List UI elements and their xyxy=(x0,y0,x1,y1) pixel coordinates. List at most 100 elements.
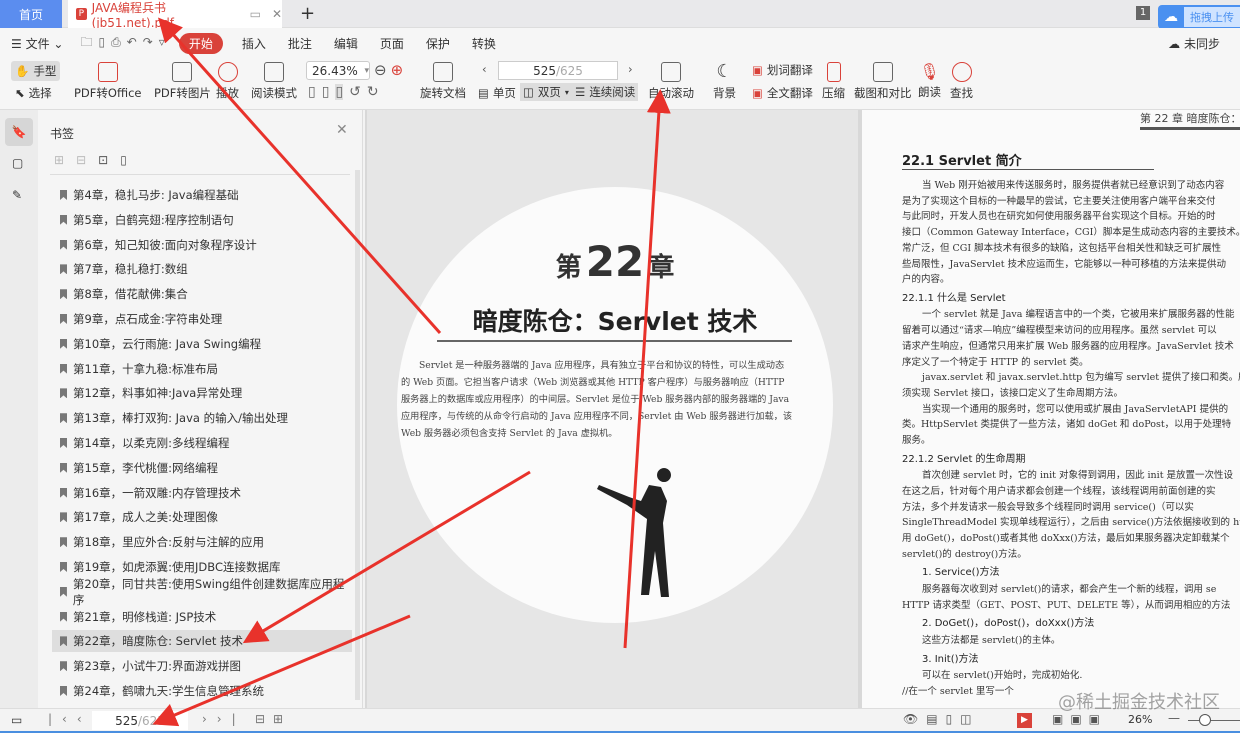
auto-scroll-button[interactable]: 自动滚动 xyxy=(648,62,694,101)
panel-toggle-icon[interactable]: ▭ xyxy=(11,713,22,727)
bookmark-label: 第4章，稳扎马步: Java编程基础 xyxy=(73,188,239,202)
bookmark-icon xyxy=(60,487,67,498)
first-prev-buttons[interactable]: |‹‹ xyxy=(48,712,92,726)
subheading: 22.1.1 什么是 Servlet xyxy=(902,292,1006,304)
bookmark-item[interactable]: 第8章，借花献佛:集合 xyxy=(52,283,352,305)
bookmark-label: 第11章，十拿九稳:标准布局 xyxy=(73,361,219,376)
prev-page-button[interactable]: ‹ xyxy=(482,62,487,76)
bookmark-item[interactable]: 第21章，明修栈道: JSP技术 xyxy=(52,606,352,628)
bookmark-item[interactable]: 第12章，料事如神:Java异常处理 xyxy=(52,382,352,404)
menu-edit[interactable]: 编辑 xyxy=(323,35,369,52)
cursor-icon: ⬉ xyxy=(15,86,25,100)
text-line: 可以在 servlet()开始时，完成初始化. xyxy=(922,670,1083,681)
close-panel-icon[interactable]: ✕ xyxy=(336,122,348,138)
page-input-bottom[interactable]: 525/625 xyxy=(92,711,188,730)
read-mode-button[interactable]: 阅读模式 xyxy=(251,62,297,101)
double-page-icon: ◫ xyxy=(523,85,534,99)
find-button[interactable]: 查找 xyxy=(950,62,973,101)
full-translate-button[interactable]: ▣ 全文翻译 xyxy=(752,85,813,101)
read-aloud-button[interactable]: 🎙 朗读 xyxy=(918,62,941,100)
annotation-panel-icon[interactable]: ✎ xyxy=(12,188,22,202)
text-line: 与此同时，开发人员也在研究如何使用服务器平台实现这个目标。开始的时 xyxy=(902,211,1216,223)
pin-icon[interactable]: ▭ xyxy=(250,7,261,21)
bookmark-item[interactable]: 第14章，以柔克刚:多线程编程 xyxy=(52,432,352,454)
bookmark-item[interactable]: 第20章，同甘共苦:使用Swing组件创建数据库应用程序 xyxy=(52,577,352,607)
text-line: Web 服务器必须包含支持 Servlet 的 Java 虚拟机。 xyxy=(401,428,618,439)
zoom-level[interactable]: 26% xyxy=(1128,713,1152,726)
history-buttons[interactable]: ⊟⊞ xyxy=(255,712,291,726)
compress-button[interactable]: 压缩 xyxy=(822,62,845,101)
tab-home[interactable]: 首页 xyxy=(0,0,62,28)
pdf-to-office-button[interactable]: PDF转Office xyxy=(74,62,141,101)
bookmark-item[interactable]: 第6章，知己知彼:面向对象程序设计 xyxy=(52,234,352,256)
play-button[interactable]: 播放 xyxy=(216,62,239,101)
pdf-to-image-button[interactable]: PDF转图片 xyxy=(154,62,211,101)
fit-icons[interactable]: ▣▣▣ xyxy=(1052,712,1107,726)
scrollbar[interactable] xyxy=(355,170,360,700)
sync-status[interactable]: ☁ 未同步 xyxy=(1168,35,1220,52)
bookmark-icon: ▯ xyxy=(120,153,139,167)
double-page-button[interactable]: ◫ 双页 ▾ xyxy=(520,83,572,101)
new-tab-button[interactable]: + xyxy=(300,3,315,24)
continuous-read-button[interactable]: ☰ 连续阅读 xyxy=(572,83,639,101)
bookmark-icon xyxy=(60,314,67,324)
bookmark-icon xyxy=(60,289,67,300)
bookmark-item[interactable]: 第10章，云行雨施: Java Swing编程 xyxy=(52,333,352,355)
bookmark-panel: 书签 ✕ ⊞⊟⊡▯ 第4章，稳扎马步: Java编程基础 第5章，白鹤亮翅:程序控… xyxy=(38,110,363,708)
view-mode-icons[interactable]: 👁▤▯◫ xyxy=(903,712,980,726)
bookmark-item[interactable]: 第9章，点石成金:字符串处理 xyxy=(52,308,352,330)
menu-annotate[interactable]: 批注 xyxy=(277,35,323,52)
bookmark-icon xyxy=(60,363,67,374)
subheading: 2. DoGet()，doPost()，doXxx()方法 xyxy=(922,618,1095,630)
divider xyxy=(50,174,350,175)
background-button[interactable]: ☾ 背景 xyxy=(713,62,736,101)
bookmark-item[interactable]: 第18章，里应外合:反射与注解的应用 xyxy=(52,531,352,553)
bookmark-label: 第20章，同甘共苦:使用Swing组件创建数据库应用程序 xyxy=(72,576,345,607)
rotate-document-button[interactable]: 旋转文档 xyxy=(420,62,466,101)
file-menu[interactable]: ☰ 文件 ⌄ xyxy=(0,35,74,52)
bookmark-item[interactable]: 第4章，稳扎马步: Java编程基础 xyxy=(52,184,352,206)
rotate-right-icon: ↻ xyxy=(366,84,379,100)
screenshot-compare-button[interactable]: 截图和对比 xyxy=(854,62,912,101)
bookmark-tools[interactable]: ⊞⊟⊡▯ xyxy=(54,153,139,167)
bookmark-panel-icon[interactable]: 🔖 xyxy=(5,118,33,146)
zoom-slider-thumb[interactable] xyxy=(1199,714,1211,726)
next-page-button[interactable]: › xyxy=(628,62,633,76)
single-page-button[interactable]: ▤ 单页 xyxy=(478,85,516,101)
text-line: 留着可以通过“请求—响应”编程模型来访问的应用程序。虽然 servlet 可以 xyxy=(902,325,1217,337)
tab-document[interactable]: P JAVA编程兵书(jb51.net).pdf ▭ ✕ xyxy=(68,0,282,30)
play-icon[interactable]: ▶ xyxy=(1017,713,1032,728)
bookmark-item[interactable]: 第11章，十拿九稳:标准布局 xyxy=(52,358,352,380)
quick-access-icons[interactable]: 🗀▯⎙↶↷▿ xyxy=(74,33,170,54)
bookmark-item[interactable]: 第22章，暗度陈仓: Servlet 技术 xyxy=(52,630,352,653)
bookmark-item[interactable]: 第17章，成人之美:处理图像 xyxy=(52,506,352,528)
bookmark-item[interactable]: 第23章，小试牛刀:界面游戏拼图 xyxy=(52,655,352,677)
select-tool[interactable]: ⬉ 选择 xyxy=(15,85,52,101)
menu-protect[interactable]: 保护 xyxy=(415,35,461,52)
bookmark-item[interactable]: 第15章，李代桃僵:网络编程 xyxy=(52,457,352,479)
next-last-buttons[interactable]: ››| xyxy=(202,712,246,726)
hand-tool[interactable]: ✋ 手型 xyxy=(11,61,61,81)
bookmark-item[interactable]: 第13章，棒打双狗: Java 的输入/输出处理 xyxy=(52,407,352,429)
menu-start[interactable]: 开始 xyxy=(178,32,223,54)
menu-insert[interactable]: 插入 xyxy=(231,35,277,52)
bookmark-item[interactable]: 第24章，鹤啸九天:学生信息管理系统 xyxy=(52,680,352,702)
actual-size-icon: ▯ xyxy=(335,84,344,100)
bookmark-item[interactable]: 第19章，如虎添翼:使用JDBC连接数据库 xyxy=(52,556,352,578)
close-icon[interactable]: ✕ xyxy=(272,7,282,21)
zoom-select[interactable]: 26.43% ▾ xyxy=(306,61,370,80)
upload-button[interactable]: ☁ 拖拽上传 xyxy=(1158,5,1240,29)
text-line: Servlet 是一种服务器端的 Java 应用程序，具有独立于平台和协议的特性… xyxy=(419,360,785,371)
word-translate-button[interactable]: ▣ 划词翻译 xyxy=(752,62,813,78)
page-input[interactable]: 525/625 xyxy=(498,61,618,80)
menu-page[interactable]: 页面 xyxy=(369,35,415,52)
zoom-buttons[interactable]: ⊖ ⊕ xyxy=(374,61,403,79)
menu-convert[interactable]: 转换 xyxy=(461,35,507,52)
bookmark-item[interactable]: 第5章，白鹤亮翅:程序控制语句 xyxy=(52,209,352,231)
bookmark-item[interactable]: 第7章，稳扎稳打:数组 xyxy=(52,258,352,280)
thumbnail-panel-icon[interactable]: ▢ xyxy=(12,156,23,170)
fit-buttons[interactable]: ▯ ▯ ▯ ↺ ↻ xyxy=(308,84,379,100)
zoom-slider[interactable] xyxy=(1188,720,1240,721)
text-line: 是为了实现这个目标的一种最早的尝试，它主要关注使用客户端平台来交付 xyxy=(902,195,1216,207)
bookmark-item[interactable]: 第16章，一箭双雕:内存管理技术 xyxy=(52,482,352,504)
